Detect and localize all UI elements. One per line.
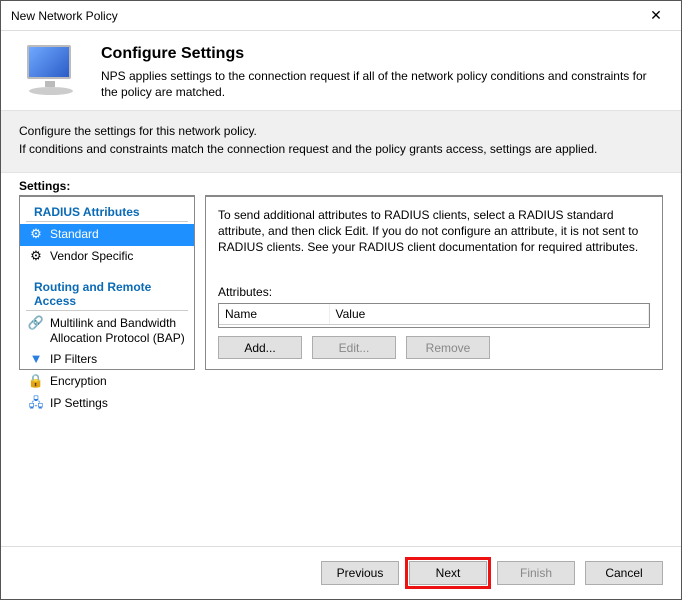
finish-button[interactable]: Finish bbox=[497, 561, 575, 585]
page-title: Configure Settings bbox=[101, 45, 663, 63]
wizard-window: New Network Policy ✕ Configure Settings … bbox=[0, 0, 682, 600]
sidebar-heading-radius: RADIUS Attributes bbox=[26, 201, 188, 222]
table-row[interactable]: Framed-Protocol PPP bbox=[219, 325, 649, 329]
column-header-name[interactable]: Name bbox=[219, 304, 329, 325]
previous-button[interactable]: Previous bbox=[321, 561, 399, 585]
content-intro: To send additional attributes to RADIUS … bbox=[218, 207, 650, 256]
cell-name: Framed-Protocol bbox=[219, 325, 329, 329]
gear-icon: ⚙ bbox=[28, 227, 44, 243]
sidebar-item-label: Vendor Specific bbox=[50, 249, 133, 264]
sidebar-item-standard[interactable]: ⚙ Standard bbox=[20, 224, 194, 246]
remove-button[interactable]: Remove bbox=[406, 336, 490, 359]
attribute-buttons: Add... Edit... Remove bbox=[218, 336, 650, 359]
header: Configure Settings NPS applies settings … bbox=[1, 31, 681, 110]
main-area: RADIUS Attributes ⚙ Standard ⚙ Vendor Sp… bbox=[1, 195, 681, 371]
instruction-line-1: Configure the settings for this network … bbox=[19, 123, 663, 139]
add-button[interactable]: Add... bbox=[218, 336, 302, 359]
cancel-button[interactable]: Cancel bbox=[585, 561, 663, 585]
monitor-icon bbox=[23, 45, 81, 95]
content-pane: To send additional attributes to RADIUS … bbox=[205, 195, 663, 371]
page-description: NPS applies settings to the connection r… bbox=[101, 69, 663, 100]
link-icon: 🔗 bbox=[28, 316, 44, 332]
gear-icon: ⚙ bbox=[28, 249, 44, 265]
wizard-footer: Previous Next Finish Cancel bbox=[1, 546, 681, 599]
window-title: New Network Policy bbox=[11, 9, 641, 23]
titlebar: New Network Policy ✕ bbox=[1, 1, 681, 31]
close-icon[interactable]: ✕ bbox=[641, 7, 671, 24]
instruction-line-2: If conditions and constraints match the … bbox=[19, 141, 663, 157]
sidebar-item-vendor-specific[interactable]: ⚙ Vendor Specific bbox=[20, 246, 194, 268]
sidebar-item-multilink-bap[interactable]: 🔗 Multilink and Bandwidth Allocation Pro… bbox=[20, 313, 194, 349]
funnel-icon: ▼ bbox=[28, 352, 44, 368]
header-text: Configure Settings NPS applies settings … bbox=[101, 45, 663, 100]
sidebar-heading-routing: Routing and Remote Access bbox=[26, 276, 188, 311]
sidebar-item-label: Standard bbox=[50, 227, 99, 242]
edit-button[interactable]: Edit... bbox=[312, 336, 396, 359]
attributes-label: Attributes: bbox=[218, 285, 650, 299]
settings-label: Settings: bbox=[1, 173, 681, 195]
settings-sidebar: RADIUS Attributes ⚙ Standard ⚙ Vendor Sp… bbox=[19, 195, 195, 371]
column-header-value[interactable]: Value bbox=[329, 304, 649, 325]
sidebar-item-ip-filters[interactable]: ▼ IP Filters bbox=[20, 349, 194, 371]
sidebar-item-label: IP Filters bbox=[50, 352, 97, 367]
cell-value: PPP bbox=[329, 325, 649, 329]
attributes-table[interactable]: Name Value Framed-Protocol PPP Service-T… bbox=[218, 303, 650, 328]
next-button[interactable]: Next bbox=[409, 561, 487, 585]
instructions: Configure the settings for this network … bbox=[1, 110, 681, 172]
sidebar-item-label: Multilink and Bandwidth Allocation Proto… bbox=[50, 316, 186, 346]
